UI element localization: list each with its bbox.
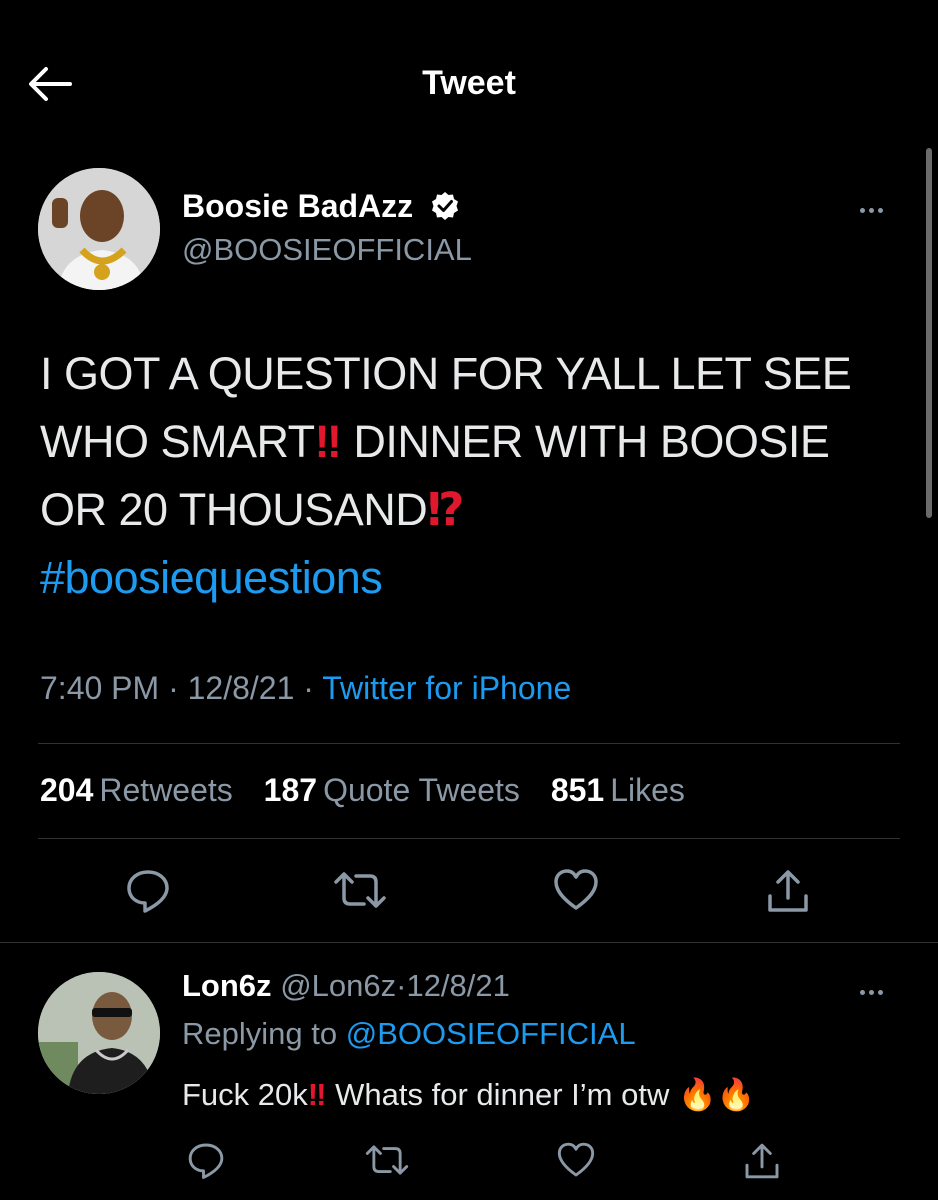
likes-stat[interactable]: 851 Likes — [551, 772, 685, 808]
retweet-icon[interactable] — [332, 866, 388, 914]
fire-emoji: 🔥🔥 — [677, 1077, 756, 1112]
author-avatar[interactable] — [38, 168, 160, 290]
reply-date[interactable]: 12/8/21 — [406, 968, 509, 1003]
reply-header: Lon6z @Lon6z·12/8/21 — [182, 968, 510, 1003]
more-icon[interactable] — [858, 200, 898, 220]
reply-author-handle[interactable]: @Lon6z — [280, 968, 396, 1003]
divider — [38, 838, 900, 839]
author-name[interactable]: Boosie BadAzz — [182, 188, 460, 225]
reply-avatar[interactable] — [38, 972, 160, 1094]
tweet-text: I GOT A QUESTION FOR YALL LET SEE WHO SM… — [40, 348, 852, 603]
page-title: Tweet — [422, 64, 516, 102]
tweet-stats: 204 Retweets 187 Quote Tweets 851 Likes — [40, 772, 707, 809]
share-icon[interactable] — [764, 866, 812, 916]
scrollbar[interactable] — [926, 148, 932, 518]
like-icon[interactable] — [556, 1140, 596, 1180]
reply-author-name[interactable]: Lon6z — [182, 968, 272, 1003]
verified-badge-icon — [432, 191, 459, 220]
share-icon[interactable] — [742, 1140, 782, 1182]
avatar-image — [38, 168, 160, 290]
reply-icon[interactable] — [186, 1140, 226, 1180]
like-icon[interactable] — [552, 866, 600, 914]
tweet-date[interactable]: 12/8/21 — [188, 670, 295, 706]
quote-tweets-stat[interactable]: 187 Quote Tweets — [264, 772, 520, 808]
source-link[interactable]: Twitter for iPhone — [322, 670, 571, 706]
avatar-image — [38, 972, 160, 1094]
author-handle[interactable]: @BOOSIEOFFICIAL — [182, 232, 472, 268]
retweet-icon[interactable] — [364, 1140, 410, 1180]
tweet-meta: 7:40 PM · 12/8/21 · Twitter for iPhone — [40, 670, 572, 706]
reply-text: Fuck 20k‼ Whats for dinner I’m otw 🔥🔥 — [182, 1077, 756, 1112]
replying-to: Replying to @BOOSIEOFFICIAL — [182, 1016, 636, 1051]
top-bar: Tweet — [0, 40, 938, 130]
retweets-stat[interactable]: 204 Retweets — [40, 772, 233, 808]
divider — [0, 942, 938, 943]
hashtag-link[interactable]: #boosiequestions — [40, 552, 383, 603]
more-icon[interactable] — [858, 982, 898, 1002]
reply-icon[interactable] — [124, 866, 172, 914]
divider — [38, 743, 900, 744]
mention-link[interactable]: @BOOSIEOFFICIAL — [346, 1016, 636, 1051]
